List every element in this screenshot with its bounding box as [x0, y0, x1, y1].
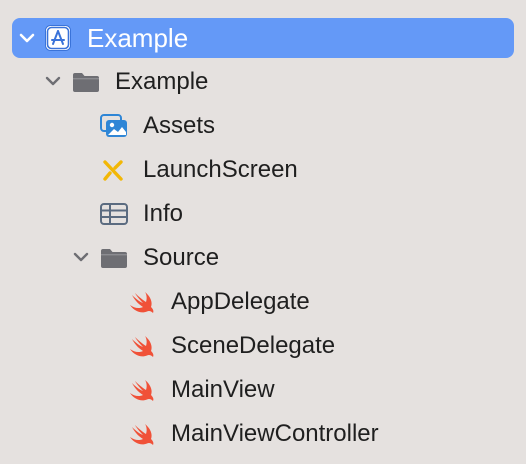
plist-table-icon [99, 201, 128, 227]
tree-row-label: Assets [143, 112, 216, 139]
storyboard-icon [99, 157, 127, 183]
tree-row-label: MainViewController [171, 420, 379, 447]
swift-icon [128, 333, 156, 359]
tree-row-label: LaunchScreen [143, 156, 298, 183]
tree-row-label: SceneDelegate [171, 332, 336, 359]
asset-catalog-icon [99, 113, 127, 139]
tree-row-file[interactable]: MainView [0, 370, 526, 410]
tree-row-label: MainView [171, 376, 275, 403]
tree-row-file[interactable]: MainViewController [0, 414, 526, 454]
folder-icon [99, 245, 127, 271]
tree-row-label: AppDelegate [171, 288, 310, 315]
chevron-down-icon[interactable] [42, 70, 64, 92]
tree-row-file[interactable]: AppDelegate [0, 282, 526, 322]
tree-row-label: Info [143, 200, 184, 227]
tree-row-assets[interactable]: Assets [0, 106, 526, 146]
folder-icon [71, 69, 99, 95]
tree-row-launchscreen[interactable]: LaunchScreen [0, 150, 526, 190]
tree-row-label: Source [143, 244, 220, 271]
xcode-project-icon [44, 24, 72, 51]
tree-row-label: Example [115, 68, 209, 95]
tree-row-group-source[interactable]: Source [0, 238, 526, 278]
chevron-down-icon[interactable] [70, 246, 92, 268]
swift-icon [128, 289, 156, 315]
chevron-down-icon[interactable] [16, 27, 38, 49]
tree-row-project[interactable]: Example [12, 18, 514, 58]
tree-row-file[interactable]: SceneDelegate [0, 326, 526, 366]
swift-icon [128, 377, 156, 403]
project-navigator: Example Example Assets LaunchScreen Info… [0, 0, 526, 464]
tree-row-info[interactable]: Info [0, 194, 526, 234]
tree-row-group-example[interactable]: Example [0, 62, 526, 102]
tree-row-label: Example [87, 23, 189, 53]
swift-icon [128, 421, 156, 447]
